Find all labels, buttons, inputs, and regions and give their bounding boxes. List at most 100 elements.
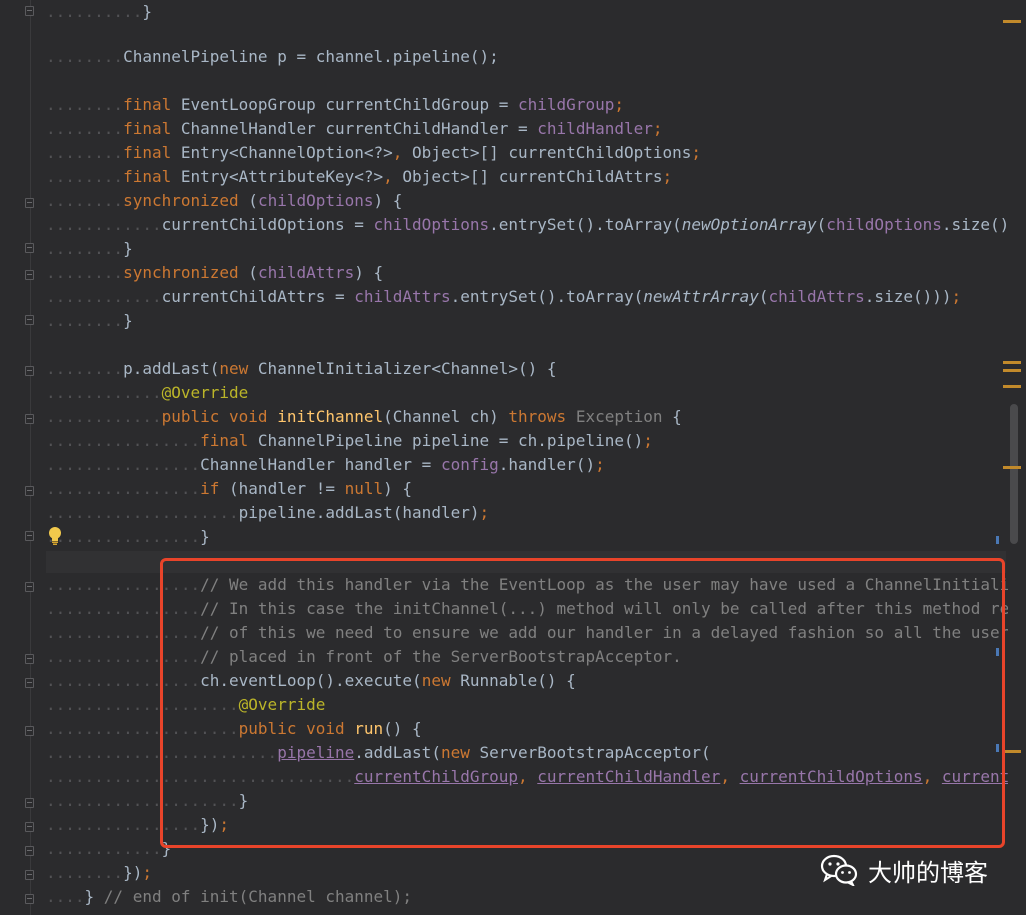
code-token: ( (248, 263, 258, 282)
code-line[interactable]: ........} (46, 237, 133, 261)
indent-guide: ........ (46, 239, 124, 258)
code-token: final (123, 119, 181, 138)
code-line[interactable]: ........ChannelPipeline p = channel.pipe… (46, 45, 499, 69)
code-token: synchronized (123, 263, 249, 282)
warning-marker[interactable] (1003, 361, 1021, 364)
code-token: .size())) (941, 215, 1008, 234)
lightbulb-icon[interactable] (47, 526, 63, 546)
code-line[interactable]: ....} // end of init(Channel channel); (46, 885, 412, 909)
code-line[interactable]: ........synchronized (childAttrs) { (46, 261, 383, 285)
code-token: newOptionArray (681, 215, 817, 234)
indent-guide: .................... (46, 503, 239, 522)
code-editor[interactable]: ..........} ........ChannelPipeline p = c… (0, 0, 1026, 915)
code-token: Entry<ChannelOption<?> (180, 143, 393, 162)
code-token: throws (508, 407, 576, 426)
code-token: .size())) (864, 287, 952, 306)
code-token: childGroup (518, 95, 615, 114)
indent-guide: ........ (46, 263, 124, 282)
code-line[interactable]: ........}); (46, 861, 152, 885)
code-line[interactable]: ........final Entry<ChannelOption<?>, Ob… (46, 141, 701, 165)
indent-guide: .......... (46, 2, 143, 21)
code-token: Entry<AttributeKey<?> (180, 167, 384, 186)
code-token: { (662, 407, 682, 426)
code-line[interactable]: ................final ChannelPipeline pi… (46, 429, 653, 453)
indent-guide: ........ (46, 359, 124, 378)
code-token: } (123, 239, 133, 258)
code-token: ; (691, 143, 702, 162)
code-token: config (440, 455, 499, 474)
indent-guide: ............ (46, 839, 162, 858)
code-line[interactable]: ............currentChildAttrs = childAtt… (46, 285, 961, 309)
code-token: final (200, 431, 258, 450)
warning-marker[interactable] (1003, 369, 1021, 372)
warning-marker[interactable] (1003, 20, 1021, 23)
code-token: ( (816, 215, 827, 234)
code-line[interactable]: ........final Entry<AttributeKey<?>, Obj… (46, 165, 672, 189)
code-token: ) { (354, 263, 384, 282)
indent-guide: ................ (46, 431, 201, 450)
code-token: childAttrs (768, 287, 865, 306)
code-token: ChannelPipeline pipeline = ch.pipeline() (257, 431, 644, 450)
code-token: childOptions (373, 215, 490, 234)
code-token: ) { (383, 479, 413, 498)
code-token: } (200, 527, 210, 546)
code-token: childAttrs (354, 287, 451, 306)
code-token: if (200, 479, 230, 498)
code-token: (handler != (229, 479, 345, 498)
code-line[interactable]: ........} (46, 309, 133, 333)
code-line[interactable]: ............currentChildOptions = childO… (46, 213, 1008, 237)
code-line[interactable]: ............@Override (46, 381, 248, 405)
code-token: ; (614, 95, 624, 114)
code-line[interactable]: ............} (46, 837, 171, 861)
code-token: Object>[] currentChildAttrs (402, 167, 663, 186)
code-token: ; (643, 431, 653, 450)
indent-guide: ............ (46, 287, 162, 306)
code-token: ) { (373, 191, 403, 210)
code-token: p.addLast( (123, 359, 220, 378)
code-token: ; (652, 119, 663, 138)
code-token: final (123, 95, 181, 114)
indent-guide: ........ (46, 311, 124, 330)
code-token: ChannelPipeline p = channel.pipeline(); (123, 47, 499, 66)
code-line[interactable]: ........final ChannelHandler currentChil… (46, 117, 663, 141)
code-token: Object>[] currentChildOptions (412, 143, 692, 162)
indent-guide: ........ (46, 143, 124, 162)
indent-guide: .... (46, 887, 85, 906)
code-line[interactable]: ..........} (46, 0, 152, 24)
warning-marker[interactable] (1003, 385, 1021, 388)
code-line[interactable]: ........p.addLast(new ChannelInitializer… (46, 357, 557, 381)
code-token: ; (142, 863, 152, 882)
code-token: childOptions (257, 191, 374, 210)
info-marker[interactable] (996, 536, 999, 544)
code-token: } (123, 311, 133, 330)
code-line[interactable]: ....................pipeline.addLast(han… (46, 501, 489, 525)
code-token: public void (161, 407, 278, 426)
code-token: } (142, 2, 152, 21)
watermark: 大帅的博客 (820, 850, 988, 890)
code-line[interactable]: ................if (handler != null) { (46, 477, 412, 501)
code-token: childOptions (826, 215, 942, 234)
code-token: new (219, 359, 258, 378)
code-token: .entrySet().toArray( (450, 287, 644, 306)
indent-guide: ........ (46, 191, 124, 210)
code-token: final (123, 167, 181, 186)
code-token: initChannel (277, 407, 384, 426)
code-token: .handler() (498, 455, 596, 474)
warning-marker[interactable] (1003, 466, 1021, 469)
code-token: , (392, 143, 413, 162)
code-line[interactable]: ............public void initChannel(Chan… (46, 405, 682, 429)
code-token: childHandler (537, 119, 653, 138)
code-line[interactable]: ........synchronized (childOptions) { (46, 189, 402, 213)
indent-guide: ........ (46, 95, 124, 114)
code-line[interactable]: ........final EventLoopGroup currentChil… (46, 93, 624, 117)
code-line[interactable]: ................ChannelHandler handler =… (46, 453, 605, 477)
code-token: @Override (161, 383, 249, 402)
warning-marker[interactable] (1003, 750, 1021, 753)
code-line[interactable]: ................} (46, 525, 210, 549)
highlight-annotation-box (160, 558, 1005, 848)
indent-guide: ........ (46, 119, 124, 138)
indent-guide: ................ (46, 455, 201, 474)
scrollbar-thumb[interactable] (1010, 404, 1018, 544)
code-token: }) (123, 863, 143, 882)
indent-guide: ........ (46, 863, 124, 882)
